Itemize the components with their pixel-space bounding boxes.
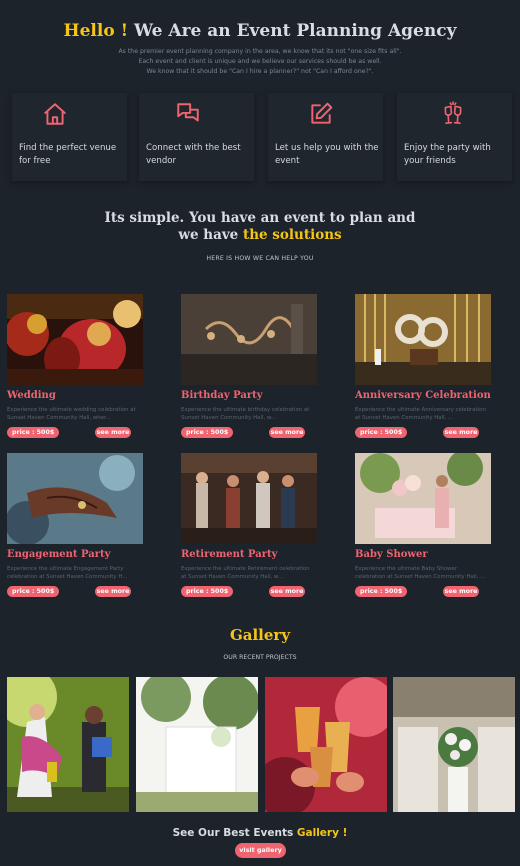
solutions-line-1: Its simple. You have an event to plan an… bbox=[104, 210, 416, 226]
see-more-button[interactable]: see more bbox=[443, 427, 479, 438]
home-icon bbox=[42, 101, 68, 127]
baby-shower-photo bbox=[355, 453, 491, 544]
price-badge: price : 500$ bbox=[355, 427, 408, 438]
hero-desc-line: We know that it should be "Can I hire a … bbox=[146, 68, 374, 75]
event-description: Experience the ultimate Engagement Party… bbox=[7, 566, 128, 580]
event-title: Baby Shower bbox=[355, 549, 428, 560]
gallery-image-1[interactable] bbox=[7, 677, 129, 812]
gallery-image-3[interactable] bbox=[265, 677, 387, 812]
best-events-prefix: See Our Best Events bbox=[172, 827, 297, 839]
see-more-button[interactable]: see more bbox=[443, 586, 479, 597]
gallery-image-4[interactable] bbox=[393, 677, 515, 812]
hero-title-accent: Hello ! bbox=[63, 21, 129, 41]
feature-label: Find the perfect venue for free bbox=[19, 143, 117, 166]
event-title: Wedding bbox=[7, 390, 56, 401]
wedding-photo bbox=[7, 294, 143, 385]
feature-card-vendor: Connect with the best vendor bbox=[139, 93, 254, 181]
best-events-heading: See Our Best Events Gallery ! bbox=[0, 827, 520, 839]
see-more-button[interactable]: see more bbox=[269, 427, 305, 438]
best-events-accent: Gallery ! bbox=[296, 827, 348, 839]
solutions-line-2: we have the solutions bbox=[0, 227, 520, 244]
feature-card-enjoy: Enjoy the party with your friends bbox=[397, 93, 512, 181]
hero-description: As the premier event planning company in… bbox=[80, 47, 440, 77]
see-more-button[interactable]: see more bbox=[95, 586, 131, 597]
gallery-title: Gallery bbox=[229, 626, 291, 644]
event-title: Retirement Party bbox=[181, 549, 278, 560]
solutions-line-2-prefix: we have bbox=[178, 227, 243, 243]
hero-title-rest: We Are an Event Planning Agency bbox=[128, 21, 457, 41]
solutions-heading: Its simple. You have an event to plan an… bbox=[0, 210, 520, 244]
feature-label: Let us help you with the event bbox=[275, 143, 379, 166]
feature-card-venue: Find the perfect venue for free bbox=[12, 93, 127, 181]
anniversary-photo bbox=[355, 294, 491, 385]
price-badge: price : 500$ bbox=[181, 427, 234, 438]
solutions-accent: the solutions bbox=[242, 227, 342, 243]
event-title: Anniversary Celebration bbox=[355, 390, 491, 401]
price-badge: price : 500$ bbox=[7, 586, 60, 597]
chat-icon bbox=[175, 101, 201, 127]
event-description: Experience the ultimate wedding celebrat… bbox=[7, 407, 136, 421]
engagement-photo bbox=[7, 453, 143, 544]
price-badge: price : 500$ bbox=[355, 586, 408, 597]
feature-label: Connect with the best vendor bbox=[146, 143, 241, 166]
event-description: Experience the ultimate Retirement celeb… bbox=[181, 566, 310, 580]
see-more-button[interactable]: see more bbox=[95, 427, 131, 438]
event-description: Experience the ultimate Baby Shower cele… bbox=[355, 566, 486, 580]
retirement-photo bbox=[181, 453, 317, 544]
solutions-subtitle: HERE IS HOW WE CAN HELP YOU bbox=[206, 255, 314, 262]
champagne-icon bbox=[440, 101, 466, 127]
event-title: Birthday Party bbox=[181, 390, 263, 401]
feature-label: Enjoy the party with your friends bbox=[404, 143, 491, 166]
price-badge: price : 500$ bbox=[181, 586, 234, 597]
feature-card-help: Let us help you with the event bbox=[268, 93, 383, 181]
edit-icon bbox=[308, 101, 334, 127]
hero-title: Hello ! We Are an Event Planning Agency bbox=[0, 21, 520, 41]
gallery-image-2[interactable] bbox=[136, 677, 258, 812]
price-badge: price : 500$ bbox=[7, 427, 60, 438]
birthday-photo bbox=[181, 294, 317, 385]
event-description: Experience the ultimate Anniversary cele… bbox=[355, 407, 486, 421]
hero-desc-line: Each event and client is unique and we b… bbox=[138, 58, 382, 65]
visit-gallery-button[interactable]: visit gallery bbox=[235, 843, 286, 858]
gallery-subtitle: OUR RECENT PROJECTS bbox=[223, 654, 297, 661]
hero-desc-line: As the premier event planning company in… bbox=[118, 48, 402, 55]
see-more-button[interactable]: see more bbox=[269, 586, 305, 597]
event-title: Engagement Party bbox=[7, 549, 111, 560]
event-description: Experience the ultimate birthday celebra… bbox=[181, 407, 310, 421]
